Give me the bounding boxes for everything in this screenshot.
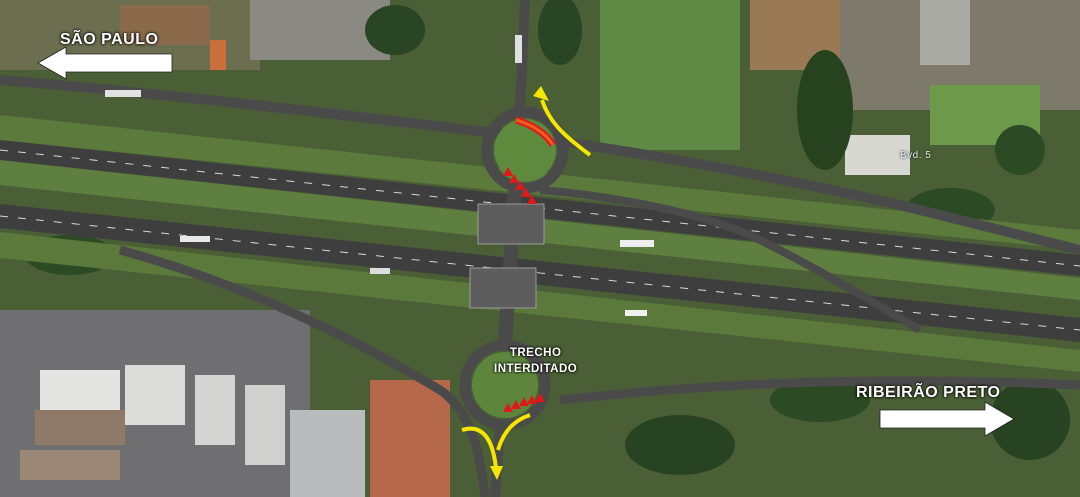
- aerial-map: SÃO PAULO RIBEIRÃO PRETO TRECHO INTERDIT…: [0, 0, 1080, 497]
- label-sao-paulo: SÃO PAULO: [60, 31, 159, 48]
- overpass-north: [477, 203, 545, 245]
- closed-line-1: TRECHO: [509, 347, 562, 359]
- storage-block: [245, 385, 285, 465]
- truck: [515, 35, 522, 63]
- dirt-lot: [370, 380, 450, 497]
- overpass-south: [469, 267, 537, 309]
- truck: [625, 310, 647, 316]
- label-boulevard: Bvd. 5: [900, 150, 932, 161]
- truck: [620, 240, 654, 247]
- storage-block: [195, 375, 235, 445]
- truck: [370, 268, 390, 274]
- truck: [180, 236, 210, 242]
- building-roof: [35, 410, 125, 445]
- building-roof: [20, 450, 120, 480]
- roundabout-north-island: [494, 119, 556, 181]
- truck: [105, 90, 141, 97]
- tree-cluster: [995, 125, 1045, 175]
- building-orange: [210, 40, 226, 70]
- tree-cluster: [625, 415, 735, 475]
- label-closed-section: TRECHO INTERDITADO: [494, 345, 577, 377]
- tree-line: [797, 50, 853, 170]
- warehouse-bottom: [290, 410, 365, 497]
- storage-block: [125, 365, 185, 425]
- closed-line-2: INTERDITADO: [494, 363, 578, 375]
- parking-top-right: [920, 0, 970, 65]
- map-canvas: [0, 0, 1080, 497]
- tree-cluster: [365, 5, 425, 55]
- sports-field: [600, 0, 740, 150]
- storage-block: [40, 370, 120, 410]
- label-ribeirao-preto: RIBEIRÃO PRETO: [856, 384, 1001, 401]
